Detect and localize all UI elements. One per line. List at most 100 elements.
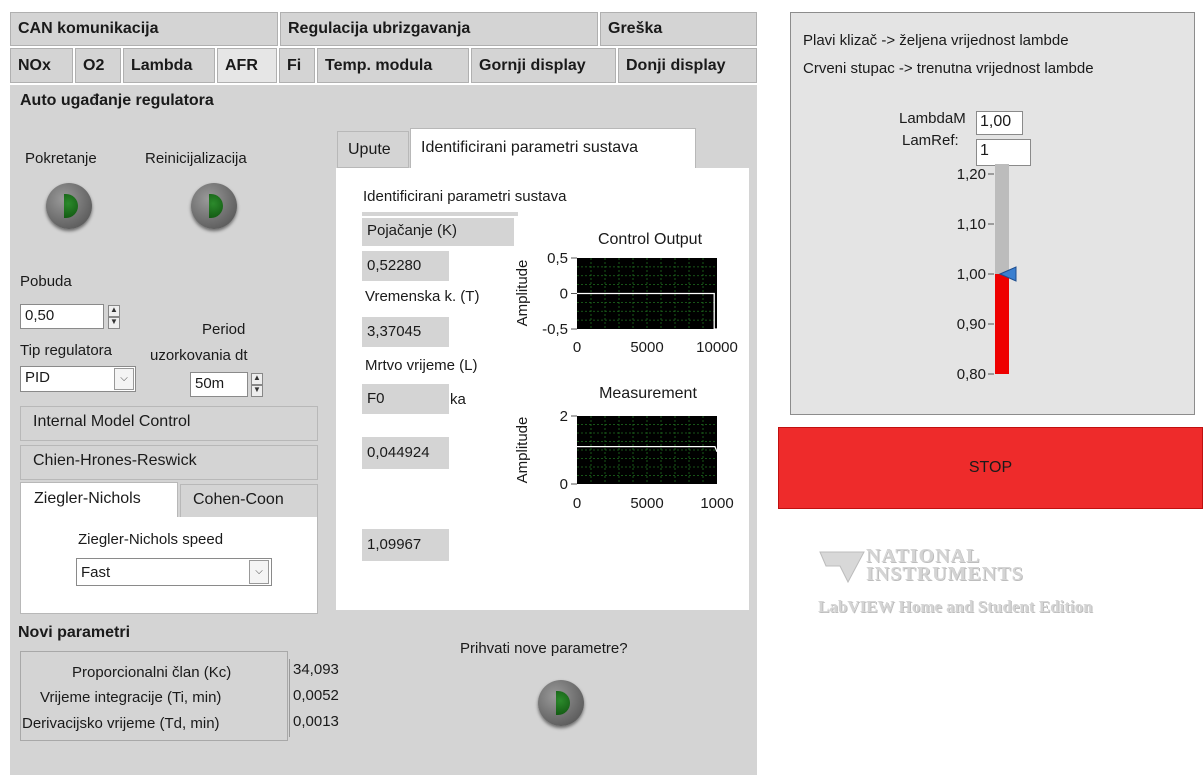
- stop-button[interactable]: STOP: [778, 427, 1203, 509]
- tab-label: Chien-Hrones-Reswick: [33, 452, 197, 469]
- lambda-scale: 1,20 1,10 1,00 0,90 0,80: [957, 164, 1017, 383]
- chevron-down-icon[interactable]: ⌵: [249, 560, 269, 584]
- scale-tick-label: 1,10: [957, 216, 986, 233]
- tab-temp-modula[interactable]: Temp. modula: [317, 48, 469, 83]
- start-button[interactable]: [46, 183, 92, 229]
- pobuda-label: Pobuda: [20, 273, 72, 290]
- ti-label: Vrijeme integracije (Ti, min): [40, 689, 222, 706]
- tab-nox[interactable]: NOx: [10, 48, 73, 83]
- y-tick-label: -0,5: [542, 321, 568, 338]
- x-tick-label: 1000: [700, 495, 733, 512]
- kc-value: 34,093: [289, 659, 355, 685]
- time-constant-value: 3,37045: [362, 317, 449, 347]
- tab-lambda[interactable]: Lambda: [123, 48, 215, 83]
- ident-heading: Identificirani parametri sustava: [363, 188, 567, 205]
- pobuda-input[interactable]: 0,50: [20, 304, 104, 329]
- ni-logo: NATIONAL INSTRUMENTS LabVIEW Home and St…: [818, 545, 1148, 655]
- reinit-label: Reinicijalizacija: [145, 150, 247, 167]
- x-tick-label: 10000: [696, 339, 738, 356]
- tab-label: Regulacija ubrizgavanja: [288, 20, 471, 37]
- period-label-2: uzorkovania dt: [150, 347, 248, 364]
- kc-label: Proporcionalni član (Kc): [72, 664, 232, 681]
- tab-label: Identificirani parametri sustava: [421, 139, 638, 156]
- dead-time-label: Mrtvo vrijeme (L): [365, 357, 478, 374]
- td-value: 0,0013: [289, 711, 355, 737]
- gain-label: Pojačanje (K): [367, 222, 458, 239]
- down-arrow-icon[interactable]: ▼: [108, 317, 120, 329]
- tab-label: Cohen-Coon: [193, 491, 284, 508]
- ident-value-4: 0,044924: [362, 437, 449, 469]
- tab-label: NOx: [18, 56, 51, 74]
- tab-cohen-coon[interactable]: Cohen-Coon: [180, 484, 318, 518]
- period-stepper[interactable]: ▲ ▼: [251, 373, 263, 397]
- accept-button[interactable]: [538, 680, 584, 726]
- tab-label: Upute: [348, 141, 391, 158]
- tab-label: O2: [83, 56, 105, 74]
- x-tick-label: 0: [573, 495, 581, 512]
- scale-tick-label: 1,20: [957, 166, 986, 183]
- scale-tick-label: 0,90: [957, 316, 986, 333]
- tab-label: Gornji display: [479, 56, 586, 74]
- novi-parametri-title: Novi parametri: [18, 624, 131, 641]
- tab-label: Donji display: [626, 56, 726, 74]
- gain-value: 0,52280: [362, 251, 449, 281]
- tab-afr[interactable]: AFR: [217, 48, 277, 83]
- time-constant-label: Vremenska k. (T): [365, 288, 480, 305]
- pobuda-stepper[interactable]: ▲ ▼: [108, 305, 120, 329]
- tab-label: Fi: [287, 56, 302, 74]
- reinit-button[interactable]: [191, 183, 237, 229]
- lambdam-value: 1,00: [976, 111, 1023, 135]
- tab-chien-hrones-reswick[interactable]: Chien-Hrones-Reswick: [20, 445, 318, 480]
- up-arrow-icon[interactable]: ▲: [251, 373, 263, 385]
- y-tick-label: 0,5: [547, 250, 568, 267]
- x-tick-label: 0: [573, 339, 581, 356]
- chart-title: Control Output: [598, 231, 703, 248]
- dead-time-value: F0: [362, 384, 449, 414]
- auto-tuning-title: Auto ugađanje regulatora: [20, 92, 214, 109]
- tab-internal-model-control[interactable]: Internal Model Control: [20, 406, 318, 441]
- tab-fi[interactable]: Fi: [279, 48, 315, 83]
- heading-divider: [362, 212, 518, 216]
- period-input[interactable]: 50m: [190, 372, 248, 397]
- y-tick-label: 0: [560, 476, 568, 493]
- ident-charts: Control Output Amplitude 0,5 0 -0,5 0 5000 1000…: [514, 231, 738, 512]
- tab-label: Internal Model Control: [33, 413, 191, 430]
- tab-regulacija-ubrizgavanja[interactable]: Regulacija ubrizgavanja: [280, 12, 598, 46]
- led-indicator-icon: [209, 194, 223, 218]
- lambda-current-bar: [995, 274, 1009, 374]
- tab-can-komunikacija[interactable]: CAN komunikacija: [10, 12, 278, 46]
- ni-eagle-icon: [819, 551, 865, 584]
- tab-label: Lambda: [131, 56, 193, 74]
- tab-greska[interactable]: Greška: [600, 12, 757, 46]
- zn-speed-label: Ziegler-Nichols speed: [78, 531, 224, 548]
- ident-value-5: 1,09967: [362, 529, 449, 561]
- tab-upute[interactable]: Upute: [337, 131, 409, 168]
- scale-tick-label: 0,80: [957, 366, 986, 383]
- ti-value: 0,0052: [289, 685, 355, 711]
- up-arrow-icon[interactable]: ▲: [108, 305, 120, 317]
- zn-speed-select[interactable]: Fast: [76, 558, 272, 586]
- accept-label: Prihvati nove parametre?: [460, 640, 628, 657]
- ni-logo-line2: INSTRUMENTS: [866, 563, 1024, 585]
- period-label-1: Period: [202, 321, 246, 338]
- chart-ylabel: Amplitude: [514, 260, 531, 327]
- td-label: Derivacijsko vrijeme (Td, min): [22, 715, 220, 732]
- tab-label: CAN komunikacija: [18, 20, 159, 37]
- down-arrow-icon[interactable]: ▼: [251, 385, 263, 397]
- lambda-info-line1: Plavi klizač -> željena vrijednost lambd…: [803, 32, 1069, 49]
- chevron-down-icon[interactable]: ⌵: [114, 368, 134, 390]
- tab-donji-display[interactable]: Donji display: [618, 48, 757, 83]
- lamref-label: LamRef:: [902, 132, 959, 149]
- tab-label: Greška: [608, 20, 663, 37]
- tip-regulatora-label: Tip regulatora: [20, 342, 112, 359]
- tab-identificirani-parametri[interactable]: Identificirani parametri sustava: [410, 128, 696, 170]
- tab-o2[interactable]: O2: [75, 48, 121, 83]
- lambda-info-line2: Crveni stupac -> trenutna vrijednost lam…: [803, 60, 1094, 77]
- y-tick-label: 2: [560, 408, 568, 425]
- tab-label: Ziegler-Nichols: [34, 490, 141, 507]
- tab-ziegler-nichols[interactable]: Ziegler-Nichols: [20, 482, 178, 518]
- led-indicator-icon: [64, 194, 78, 218]
- tab-gornji-display[interactable]: Gornji display: [471, 48, 616, 83]
- y-tick-label: 0: [560, 286, 568, 303]
- x-tick-label: 5000: [630, 339, 663, 356]
